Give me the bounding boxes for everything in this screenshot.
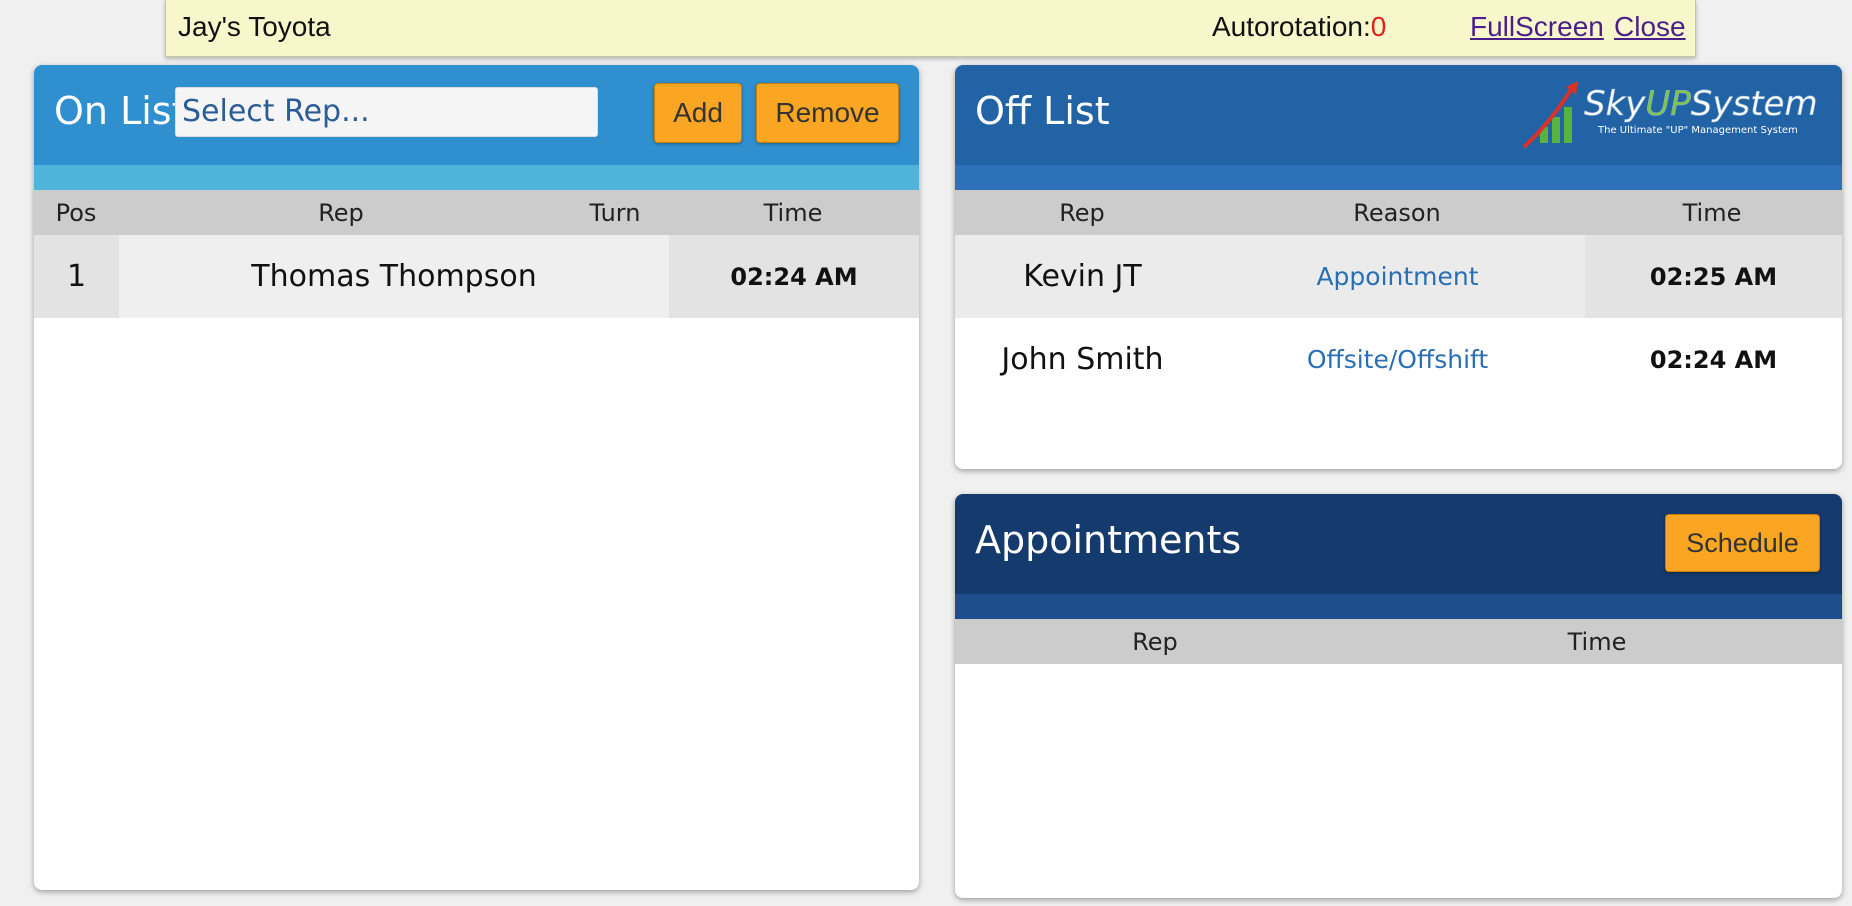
svg-text:SkyUPSystem: SkyUPSystem bbox=[1584, 84, 1818, 124]
select-rep-dropdown[interactable]: Select Rep... bbox=[175, 87, 598, 137]
column-rep: Rep bbox=[1059, 199, 1105, 227]
fullscreen-link[interactable]: FullScreen bbox=[1470, 11, 1604, 43]
row-time: 02:24 AM bbox=[669, 235, 919, 318]
column-reason: Reason bbox=[1353, 199, 1441, 227]
row-reason-link[interactable]: Appointment bbox=[1210, 235, 1585, 318]
appointments-title: Appointments bbox=[975, 518, 1242, 562]
row-time: 02:24 AM bbox=[1649, 345, 1778, 374]
dealer-name: Jay's Toyota bbox=[178, 11, 331, 42]
column-rep: Rep bbox=[1132, 628, 1178, 656]
column-rep: Rep bbox=[318, 199, 364, 227]
row-time: 02:25 AM bbox=[1585, 235, 1842, 318]
on-list-column-header: Pos Rep Turn Time bbox=[34, 190, 919, 235]
schedule-button[interactable]: Schedule bbox=[1665, 514, 1820, 572]
off-list-strip bbox=[955, 165, 1842, 190]
skyup-logo: SkyUPSystem The Ultimate "UP" Management… bbox=[1522, 81, 1818, 149]
on-list-header: On List Select Rep... Add Remove bbox=[34, 65, 919, 165]
column-time: Time bbox=[1567, 628, 1627, 656]
remove-button[interactable]: Remove bbox=[756, 83, 899, 143]
on-list-title: On List bbox=[54, 89, 187, 133]
off-list-title: Off List bbox=[975, 89, 1110, 133]
appointments-header: Appointments Schedule bbox=[955, 494, 1842, 594]
appointments-column-header: Rep Time bbox=[955, 619, 1842, 664]
table-row[interactable]: Kevin JT Appointment 02:25 AM bbox=[955, 235, 1842, 318]
row-position: 1 bbox=[34, 235, 119, 318]
row-rep-name: Thomas Thompson bbox=[119, 235, 669, 318]
close-link[interactable]: Close bbox=[1614, 11, 1686, 43]
autorotation-indicator: Autorotation:0 bbox=[1212, 11, 1386, 43]
autorotation-label: Autorotation: bbox=[1212, 11, 1371, 42]
table-row[interactable]: 1 Thomas Thompson 02:24 AM bbox=[34, 235, 919, 318]
row-reason-link[interactable]: Offsite/Offshift bbox=[1210, 318, 1585, 401]
table-row[interactable]: John Smith Offsite/Offshift 02:24 AM bbox=[955, 318, 1842, 401]
top-bar: Jay's Toyota Autorotation:0 FullScreen C… bbox=[165, 0, 1696, 57]
appointments-strip bbox=[955, 594, 1842, 619]
svg-text:The Ultimate "UP" Management S: The Ultimate "UP" Management System bbox=[1597, 125, 1798, 136]
appointments-panel: Appointments Schedule Rep Time bbox=[955, 494, 1842, 898]
column-turn: Turn bbox=[589, 199, 641, 227]
add-button[interactable]: Add bbox=[654, 83, 742, 143]
off-list-column-header: Rep Reason Time bbox=[955, 190, 1842, 235]
off-list-panel: Off List SkyUPSystem The Ultimate "UP" M… bbox=[955, 65, 1842, 469]
column-pos: Pos bbox=[55, 199, 97, 227]
column-time: Time bbox=[1682, 199, 1742, 227]
on-list-strip bbox=[34, 165, 919, 190]
row-rep-name: John Smith bbox=[1001, 342, 1164, 377]
row-rep-name: Kevin JT bbox=[1023, 259, 1142, 294]
on-list-panel: On List Select Rep... Add Remove Pos Rep… bbox=[34, 65, 919, 890]
column-time: Time bbox=[763, 199, 823, 227]
autorotation-value: 0 bbox=[1370, 11, 1387, 42]
off-list-header: Off List SkyUPSystem The Ultimate "UP" M… bbox=[955, 65, 1842, 165]
